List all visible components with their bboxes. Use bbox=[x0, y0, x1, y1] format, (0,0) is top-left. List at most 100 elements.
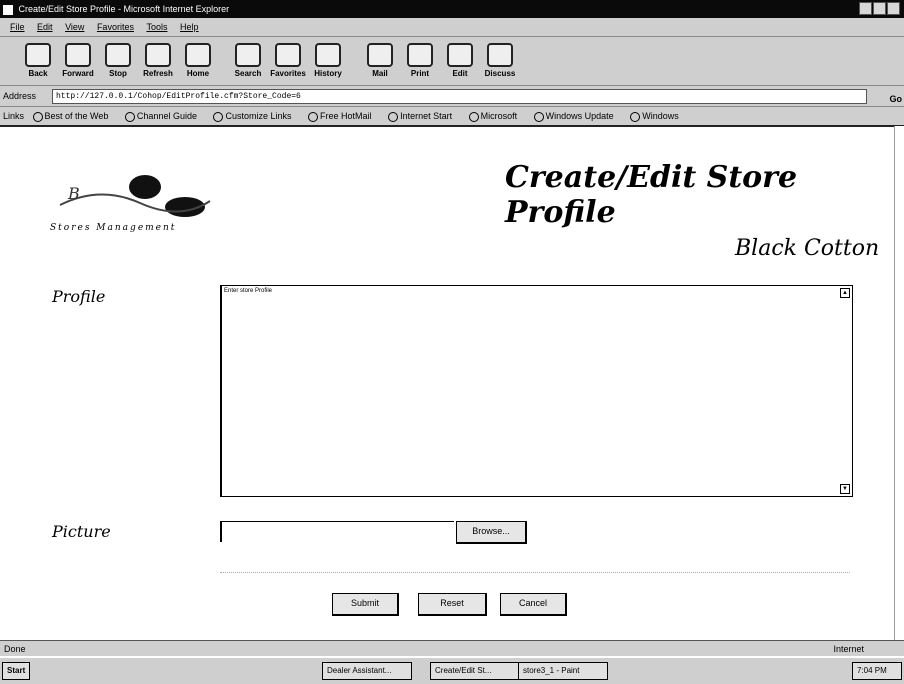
refresh-label: Refresh bbox=[143, 69, 173, 78]
link-microsoft[interactable]: Microsoft bbox=[468, 111, 518, 122]
link-label: Customize Links bbox=[225, 111, 292, 121]
stop-label: Stop bbox=[109, 69, 127, 78]
minimize-button[interactable] bbox=[859, 2, 872, 15]
favorites-label: Favorites bbox=[270, 69, 306, 78]
links-label: Links bbox=[3, 111, 25, 121]
profile-textarea[interactable]: Enter store Profile ▲ ▼ bbox=[220, 285, 853, 497]
back-button[interactable]: Back bbox=[18, 41, 58, 81]
search-label: Search bbox=[234, 69, 262, 78]
menu-help[interactable]: Help bbox=[180, 22, 199, 32]
vertical-scrollbar[interactable] bbox=[894, 126, 904, 640]
favorites-button[interactable]: Favorites bbox=[268, 41, 308, 81]
history-icon bbox=[315, 43, 341, 67]
profile-label: Profile bbox=[52, 287, 106, 306]
zone-text: Internet bbox=[833, 644, 864, 654]
task-dealer-assistant[interactable]: Dealer Assistant... bbox=[322, 662, 412, 680]
link-internet-start[interactable]: Internet Start bbox=[388, 111, 453, 122]
logo: B Stores Management bbox=[40, 165, 230, 245]
discuss-icon bbox=[487, 43, 513, 67]
picture-label: Picture bbox=[52, 522, 111, 541]
mail-icon bbox=[367, 43, 393, 67]
link-channel-guide[interactable]: Channel Guide bbox=[124, 111, 197, 122]
menu-edit[interactable]: Edit bbox=[37, 22, 53, 32]
task-create-edit[interactable]: Create/Edit St... bbox=[430, 662, 520, 680]
profile-text: Enter store Profile bbox=[224, 288, 273, 294]
ie-page-icon bbox=[533, 111, 544, 122]
start-button[interactable]: Start bbox=[2, 662, 31, 680]
ie-page-icon bbox=[32, 111, 43, 122]
mail-button[interactable]: Mail bbox=[360, 41, 400, 81]
ie-page-icon bbox=[468, 111, 479, 122]
menu-file[interactable]: File bbox=[10, 22, 25, 32]
favorites-icon bbox=[275, 43, 301, 67]
link-label: Microsoft bbox=[480, 111, 518, 121]
forward-arrow-icon bbox=[65, 43, 91, 67]
print-icon bbox=[407, 43, 433, 67]
scroll-up-arrow-icon[interactable]: ▲ bbox=[840, 288, 850, 298]
picture-file-input[interactable] bbox=[220, 521, 454, 542]
print-button[interactable]: Print bbox=[400, 41, 440, 81]
link-label: Windows Update bbox=[545, 111, 614, 121]
task-paint[interactable]: store3_1 - Paint bbox=[518, 662, 608, 680]
logo-text: Stores Management bbox=[50, 223, 177, 233]
scroll-down-arrow-icon[interactable]: ▼ bbox=[840, 484, 850, 494]
menu-bar: File Edit View Favorites Tools Help bbox=[0, 18, 904, 37]
stop-button[interactable]: Stop bbox=[98, 41, 138, 81]
discuss-button[interactable]: Discuss bbox=[480, 41, 520, 81]
link-label: Channel Guide bbox=[136, 111, 197, 121]
search-icon bbox=[235, 43, 261, 67]
back-arrow-icon bbox=[25, 43, 51, 67]
status-text: Done bbox=[4, 644, 26, 654]
taskbar: Start Dealer Assistant... Create/Edit St… bbox=[0, 656, 904, 684]
browse-button[interactable]: Browse... bbox=[456, 521, 527, 544]
forward-button[interactable]: Forward bbox=[58, 41, 98, 81]
menu-view[interactable]: View bbox=[65, 22, 84, 32]
window-title: Create/Edit Store Profile - Microsoft In… bbox=[18, 4, 230, 14]
clock: 7:04 PM bbox=[852, 662, 902, 680]
svg-text:B: B bbox=[67, 184, 80, 203]
status-bar: Done Internet bbox=[0, 640, 904, 657]
menu-favorites[interactable]: Favorites bbox=[97, 22, 134, 32]
ie-icon bbox=[3, 4, 13, 15]
divider bbox=[220, 572, 850, 574]
link-windows[interactable]: Windows bbox=[630, 111, 679, 122]
search-button[interactable]: Search bbox=[228, 41, 268, 81]
home-label: Home bbox=[186, 69, 210, 78]
refresh-icon bbox=[145, 43, 171, 67]
stop-icon bbox=[105, 43, 131, 67]
edit-label: Edit bbox=[452, 69, 468, 78]
address-label: Address bbox=[3, 91, 37, 101]
history-label: History bbox=[314, 69, 342, 78]
link-best-of-web[interactable]: Best of the Web bbox=[32, 111, 108, 122]
address-bar: Address http://127.0.0.1/Cohop/EditProfi… bbox=[0, 86, 904, 107]
edit-icon bbox=[447, 43, 473, 67]
forward-label: Forward bbox=[62, 69, 94, 78]
refresh-button[interactable]: Refresh bbox=[138, 41, 178, 81]
link-customize-links[interactable]: Customize Links bbox=[213, 111, 292, 122]
home-icon bbox=[185, 43, 211, 67]
cancel-button[interactable]: Cancel bbox=[500, 593, 567, 616]
go-button[interactable]: Go bbox=[890, 89, 903, 109]
title-bar: Create/Edit Store Profile - Microsoft In… bbox=[0, 0, 904, 18]
link-windows-update[interactable]: Windows Update bbox=[533, 111, 614, 122]
address-input[interactable]: http://127.0.0.1/Cohop/EditProfile.cfm?S… bbox=[52, 89, 867, 104]
submit-button[interactable]: Submit bbox=[332, 593, 399, 616]
link-label: Windows bbox=[642, 111, 679, 121]
ie-page-icon bbox=[213, 111, 224, 122]
back-label: Back bbox=[28, 69, 48, 78]
ie-page-icon bbox=[124, 111, 135, 122]
home-button[interactable]: Home bbox=[178, 41, 218, 81]
maximize-button[interactable] bbox=[873, 2, 886, 15]
logo-graphic: B bbox=[59, 175, 211, 217]
edit-button[interactable]: Edit bbox=[440, 41, 480, 81]
reset-button[interactable]: Reset bbox=[418, 593, 487, 616]
link-free-hotmail[interactable]: Free HotMail bbox=[308, 111, 372, 122]
menu-tools[interactable]: Tools bbox=[146, 22, 167, 32]
link-label: Free HotMail bbox=[320, 111, 372, 121]
link-label: Internet Start bbox=[400, 111, 453, 121]
history-button[interactable]: History bbox=[308, 41, 348, 81]
close-button[interactable] bbox=[887, 2, 900, 15]
ie-page-icon bbox=[388, 111, 399, 122]
print-label: Print bbox=[410, 69, 430, 78]
mail-label: Mail bbox=[372, 69, 388, 78]
